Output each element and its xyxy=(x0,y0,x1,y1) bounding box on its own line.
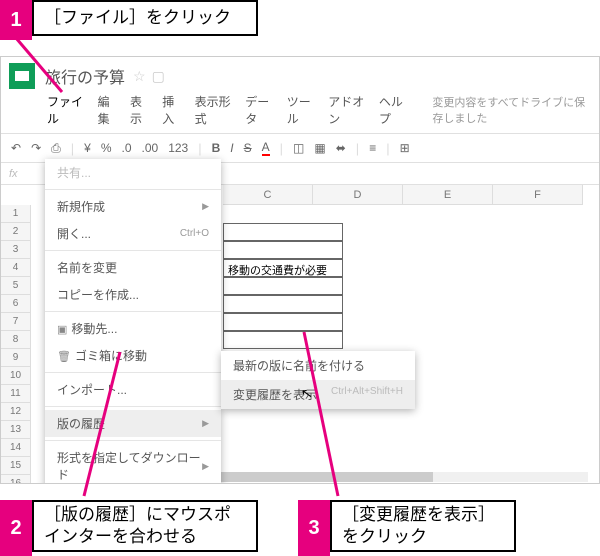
menu-divider xyxy=(45,406,221,407)
row-header[interactable]: 15 xyxy=(1,457,31,475)
folder-icon: ▣ xyxy=(57,324,67,336)
fill-color-icon[interactable]: ◫ xyxy=(293,141,304,155)
row-header[interactable]: 4 xyxy=(1,259,31,277)
annotation-1: 1 ［ファイル］をクリック xyxy=(0,0,258,40)
menu-item-import[interactable]: インポート... xyxy=(45,376,221,403)
row-header[interactable]: 13 xyxy=(1,421,31,439)
chevron-right-icon: ▶ xyxy=(202,461,209,472)
menu-data[interactable]: データ xyxy=(243,91,274,129)
menu-item-rename[interactable]: 名前を変更 xyxy=(45,254,221,281)
menu-format[interactable]: 表示形式 xyxy=(193,91,234,129)
strike-button[interactable]: S xyxy=(244,141,252,155)
italic-button[interactable]: I xyxy=(230,141,233,155)
undo-icon[interactable]: ↶ xyxy=(11,141,21,155)
redo-icon[interactable]: ↷ xyxy=(31,141,41,155)
row-header[interactable]: 10 xyxy=(1,367,31,385)
submenu-item-show-history[interactable]: 変更履歴を表示Ctrl+Alt+Shift+H xyxy=(221,380,415,409)
star-icon[interactable]: ☆ xyxy=(133,68,146,85)
print-icon[interactable]: ⎙ xyxy=(51,141,61,156)
currency-button[interactable]: ¥ xyxy=(84,141,91,155)
row-header[interactable]: 5 xyxy=(1,277,31,295)
menu-bar: ファイル 編集 表示 挿入 表示形式 データ ツール アドオン ヘルプ 変更内容… xyxy=(1,91,599,133)
menu-edit[interactable]: 編集 xyxy=(96,91,118,129)
menu-item-open[interactable]: 開く...Ctrl+O xyxy=(45,220,221,247)
row-header[interactable]: 16 xyxy=(1,475,31,484)
cell[interactable] xyxy=(223,331,343,349)
fx-label: fx xyxy=(9,168,18,180)
col-header-f[interactable]: F xyxy=(493,185,583,205)
horizontal-scrollbar[interactable] xyxy=(200,472,588,482)
document-title[interactable]: 旅行の予算 xyxy=(45,64,125,88)
menu-help[interactable]: ヘルプ xyxy=(377,91,408,129)
cell-transport[interactable]: 移動の交通費が必要 xyxy=(223,259,343,277)
scrollbar-thumb[interactable] xyxy=(200,472,433,482)
menu-item-move[interactable]: ▣移動先... xyxy=(45,315,221,342)
sheets-logo-icon[interactable] xyxy=(9,63,35,89)
menu-item-version-history[interactable]: 版の履歴▶ xyxy=(45,410,221,437)
file-menu-dropdown: 共有... 新規作成▶ 開く...Ctrl+O 名前を変更 コピーを作成... … xyxy=(45,159,221,484)
row-header[interactable]: 6 xyxy=(1,295,31,313)
menu-file[interactable]: ファイル xyxy=(45,91,86,129)
annotation-1-number: 1 xyxy=(0,0,32,40)
folder-icon[interactable]: ▢ xyxy=(152,68,165,85)
merge-icon[interactable]: ⬌ xyxy=(336,141,346,155)
cell[interactable] xyxy=(223,241,343,259)
chevron-right-icon: ▶ xyxy=(202,418,209,429)
row-header[interactable]: 7 xyxy=(1,313,31,331)
row-header[interactable]: 2 xyxy=(1,223,31,241)
trash-icon: 🗑 xyxy=(57,351,71,363)
bold-button[interactable]: B xyxy=(212,141,221,155)
col-header-d[interactable]: D xyxy=(313,185,403,205)
row-header[interactable]: 12 xyxy=(1,403,31,421)
menu-item-copy[interactable]: コピーを作成... xyxy=(45,281,221,308)
decimal-inc-button[interactable]: .00 xyxy=(142,141,159,155)
menu-item-share[interactable]: 共有... xyxy=(45,159,221,186)
annotation-3-text: ［変更履歴を表示］をクリック xyxy=(330,500,516,552)
annotation-3: 3 ［変更履歴を表示］をクリック xyxy=(298,500,516,556)
version-history-submenu: 最新の版に名前を付ける 変更履歴を表示Ctrl+Alt+Shift+H xyxy=(221,351,415,409)
menu-item-new[interactable]: 新規作成▶ xyxy=(45,193,221,220)
row-header[interactable]: 1 xyxy=(1,205,31,223)
menu-divider xyxy=(45,189,221,190)
annotation-2: 2 ［版の履歴］にマウスポインターを合わせる xyxy=(0,500,258,556)
save-status: 変更内容をすべてドライブに保存しました xyxy=(432,94,591,126)
submenu-item-name-version[interactable]: 最新の版に名前を付ける xyxy=(221,351,415,380)
menu-item-trash[interactable]: 🗑ゴミ箱に移動 xyxy=(45,342,221,369)
cell[interactable] xyxy=(223,277,343,295)
menu-divider xyxy=(45,311,221,312)
row-header[interactable]: 9 xyxy=(1,349,31,367)
format-number-button[interactable]: 123 xyxy=(168,141,188,155)
menu-item-download[interactable]: 形式を指定してダウンロード▶ xyxy=(45,444,221,484)
annotation-3-number: 3 xyxy=(298,500,330,556)
annotation-2-number: 2 xyxy=(0,500,32,556)
menu-divider xyxy=(45,250,221,251)
menu-view[interactable]: 表示 xyxy=(128,91,150,129)
cell[interactable] xyxy=(223,295,343,313)
annotation-1-text: ［ファイル］をクリック xyxy=(32,0,258,36)
menu-insert[interactable]: 挿入 xyxy=(160,91,182,129)
percent-button[interactable]: % xyxy=(101,141,112,155)
cell[interactable] xyxy=(223,313,343,331)
text-color-button[interactable]: A xyxy=(262,140,270,156)
menu-tools[interactable]: ツール xyxy=(285,91,316,129)
sheets-window: 旅行の予算 ☆ ▢ ファイル 編集 表示 挿入 表示形式 データ ツール アドオ… xyxy=(0,56,600,484)
menu-addons[interactable]: アドオン xyxy=(326,91,367,129)
col-header-e[interactable]: E xyxy=(403,185,493,205)
halign-icon[interactable]: ≡ xyxy=(369,141,376,155)
decimal-dec-button[interactable]: .0 xyxy=(121,141,131,155)
row-header[interactable]: 14 xyxy=(1,439,31,457)
chevron-right-icon: ▶ xyxy=(202,201,209,212)
insert-grid-icon[interactable]: ⊞ xyxy=(400,141,410,155)
menu-divider xyxy=(45,440,221,441)
row-header[interactable]: 8 xyxy=(1,331,31,349)
menu-divider xyxy=(45,372,221,373)
col-header-c[interactable]: C xyxy=(223,185,313,205)
row-header[interactable]: 11 xyxy=(1,385,31,403)
title-bar: 旅行の予算 ☆ ▢ xyxy=(1,57,599,91)
row-header[interactable]: 3 xyxy=(1,241,31,259)
annotation-2-text: ［版の履歴］にマウスポインターを合わせる xyxy=(32,500,258,552)
cell[interactable] xyxy=(223,223,343,241)
borders-icon[interactable]: ▦ xyxy=(314,141,325,155)
